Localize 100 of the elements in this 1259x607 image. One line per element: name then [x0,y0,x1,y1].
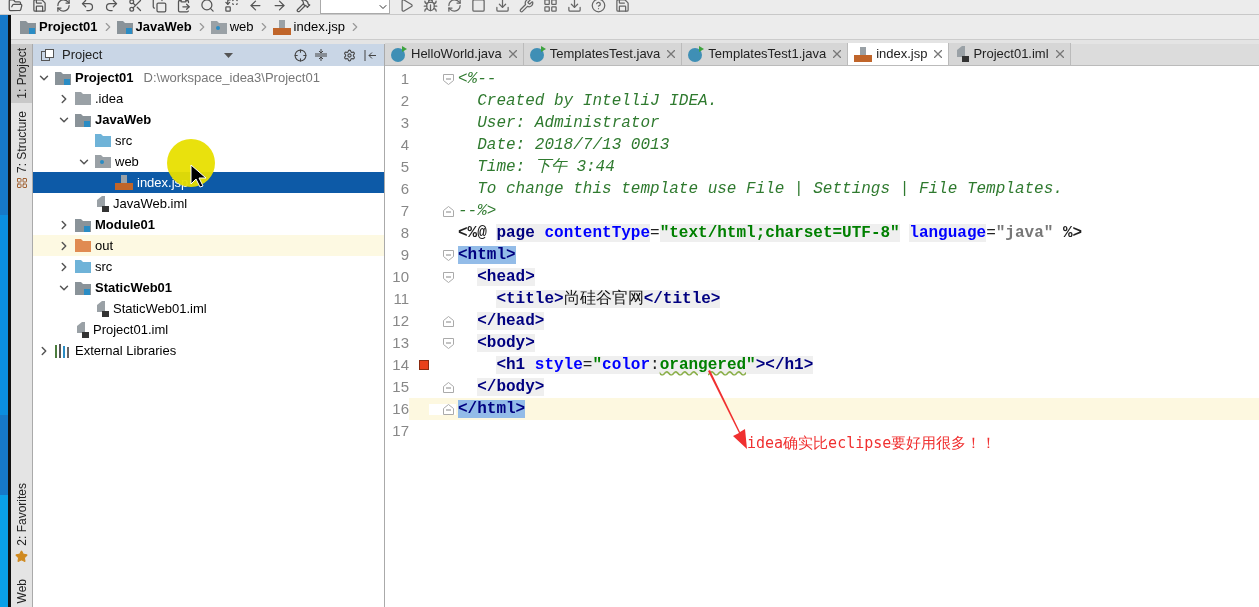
code-line: User: Administrator [476,113,660,133]
fold-marker-icon[interactable] [443,73,454,85]
collapse-all-icon[interactable] [315,49,327,61]
toolbar-icon[interactable] [80,0,95,13]
tree-label: StaticWeb01.iml [113,299,207,318]
editor-tab[interactable]: TemplatesTest.java [523,43,683,65]
toolbar-icon[interactable] [615,0,630,13]
toolbar-icon[interactable] [56,0,71,13]
fold-marker-icon[interactable] [443,381,454,393]
tree-item[interactable]: JavaWeb.iml [33,193,384,214]
toolbar-icon[interactable] [224,0,239,13]
fold-marker-icon[interactable] [443,249,454,261]
toolbar-icon[interactable] [543,0,558,13]
tree-label: src [115,131,133,150]
hide-panel-icon[interactable] [364,49,376,61]
toolbar-icon[interactable] [176,0,191,13]
close-icon[interactable] [1055,50,1064,58]
fold-marker-icon[interactable] [443,337,454,349]
breadcrumb-item[interactable]: JavaWeb [116,17,211,37]
toolbar-icon[interactable] [423,0,438,13]
fold-marker-icon[interactable] [443,403,454,415]
locate-icon[interactable] [294,48,307,62]
module-folder-icon [75,112,91,127]
toolbar-icon[interactable] [399,0,414,13]
tree-item[interactable]: StaticWeb01 [33,277,384,298]
tree-label: .idea [95,89,124,108]
class-icon [529,46,546,62]
side-tab[interactable]: 7: Structure [11,106,32,193]
folder-icon [75,239,91,252]
file-icon [955,46,970,62]
tree-item[interactable]: src [33,256,384,277]
tree-label: StaticWeb01 [95,278,173,297]
toolbar-icon[interactable] [471,0,486,13]
module-folder-icon [55,70,71,85]
tree-item[interactable]: src [33,130,384,151]
structure-icon [15,176,28,189]
tree-label: JavaWeb [95,110,152,129]
toolbar-icon[interactable] [495,0,510,13]
tree-path: D:\workspace_idea3\Project01 [143,68,320,87]
tree-label: Module01 [95,215,155,234]
toolbar-icon[interactable] [128,0,143,13]
tree-item[interactable]: StaticWeb01.iml [33,298,384,319]
tree-item[interactable]: web [33,151,384,172]
fold-marker-icon[interactable] [443,205,454,217]
toolbar-icon[interactable] [272,0,287,13]
fold-marker-icon[interactable] [443,315,454,327]
toolbar-icon[interactable] [567,0,582,13]
settings-icon[interactable] [343,48,356,62]
tree-item[interactable]: .idea [33,88,384,109]
toolbar-icon[interactable] [296,0,311,13]
toolbar-icon[interactable] [248,0,263,13]
tree-label: External Libraries [75,341,177,360]
editor-tab[interactable]: HelloWorld.java [385,43,524,65]
toolbar-icon[interactable] [32,0,47,13]
class-icon [391,46,407,62]
code-line: <%@ page contentType="text/html;charset=UTF-8" language="java" %> [458,223,1083,243]
toolbar-icon[interactable] [447,0,462,13]
editor-tab[interactable]: Project01.iml [949,43,1071,65]
toolbar-icon[interactable] [8,0,23,13]
close-icon[interactable] [508,50,517,58]
source-folder-icon [95,134,111,147]
tree-label: web [115,152,139,171]
libraries-icon [55,343,71,358]
breadcrumb-item[interactable]: index.jsp [272,17,364,37]
toolbar-icon[interactable] [200,0,215,13]
fold-marker-icon[interactable] [443,271,454,283]
editor-tab[interactable]: TemplatesTest1.java [682,43,849,65]
tree-item[interactable]: External Libraries [33,340,384,361]
dropdown-caret-icon[interactable] [224,52,234,58]
mouse-pointer-icon [190,164,206,188]
tree-item[interactable]: Project01.iml [33,319,384,340]
toolbar-icon[interactable] [519,0,534,13]
tree-item[interactable]: Project01 D:\workspace_idea3\Project01 [33,67,384,88]
toolbar-icon[interactable] [152,0,167,13]
editor-tab[interactable]: index.jsp [848,43,950,65]
breadcrumb-item[interactable]: web [210,17,273,37]
toolbar-icon[interactable] [104,0,119,13]
code-line: <h1 style="color:orangered"></h1> [495,355,814,375]
tree-item[interactable]: JavaWeb [33,109,384,130]
module-folder-icon [20,20,36,34]
project-view-icon [41,49,54,61]
side-tab[interactable]: 1: Project [11,44,32,103]
jsp-file-icon [854,46,873,62]
file-icon [95,300,109,317]
side-tab[interactable]: 2: Favorites [11,478,32,567]
tree-label: Project01 [75,68,134,87]
tree-item[interactable]: Module01 [33,214,384,235]
close-icon[interactable] [833,50,842,58]
tree-label: JavaWeb.iml [113,194,188,213]
side-tab[interactable]: Web [11,574,32,607]
close-icon[interactable] [667,50,676,58]
module-folder-icon [75,217,91,232]
breadcrumb-item[interactable]: Project01 [20,17,117,37]
code-line: --%> [458,201,497,221]
code-line: <%-- [458,69,497,89]
tree-label: Project01.iml [93,320,169,339]
tree-item[interactable]: out [33,235,384,256]
close-icon[interactable] [934,50,943,58]
toolbar-icon[interactable] [591,0,606,13]
web-folder-icon [95,155,111,168]
